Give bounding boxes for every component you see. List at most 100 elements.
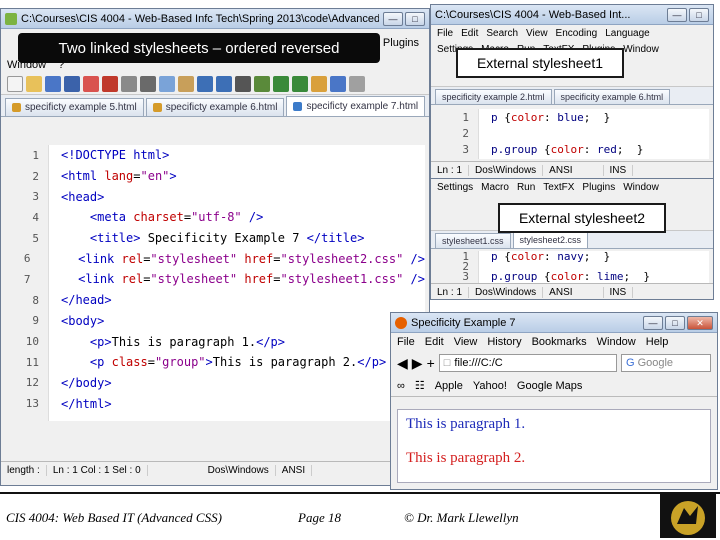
tab-specificity-2[interactable]: specificity example 2.html — [435, 89, 552, 104]
code-token: <!DOCTYPE html> — [61, 148, 170, 163]
menu-window[interactable]: Window — [623, 182, 659, 193]
maximize-button[interactable]: □ — [405, 11, 425, 26]
cut-icon[interactable] — [140, 75, 156, 92]
menu-edit[interactable]: Edit — [425, 336, 444, 348]
menu-file[interactable]: File — [397, 336, 415, 348]
undo-icon[interactable] — [197, 75, 213, 92]
close-button[interactable]: ✕ — [687, 315, 713, 330]
code-token: color — [550, 142, 584, 156]
tab-stylesheet2[interactable]: stylesheet2.css — [512, 232, 589, 248]
menu-history[interactable]: History — [487, 336, 521, 348]
bookmarks-icon[interactable]: ☷ — [415, 379, 425, 392]
menu-bookmarks[interactable]: Bookmarks — [532, 336, 587, 348]
forward-icon[interactable]: ▶ — [412, 355, 423, 372]
open-folder-icon[interactable] — [26, 75, 42, 92]
paste-icon[interactable] — [178, 75, 194, 92]
wrap-icon[interactable] — [330, 75, 346, 92]
paragraph-1: This is paragraph 1. — [406, 416, 526, 432]
search-box[interactable]: G Google — [621, 354, 711, 372]
menu-plugins[interactable]: Plugins — [582, 182, 615, 193]
menu-window[interactable]: Window — [623, 44, 659, 55]
stylesheet2-tabs: stylesheet1.css stylesheet2.css — [431, 231, 713, 249]
find-icon[interactable] — [235, 75, 251, 92]
line-number: 3 — [462, 269, 469, 283]
main-code-editor[interactable]: 1 <!DOCTYPE html> 2 <html lang="en"> 3 <head>… — [7, 145, 425, 421]
bookmark-google-maps[interactable]: Google Maps — [517, 380, 582, 392]
copy-icon[interactable] — [159, 75, 175, 92]
save-icon[interactable] — [45, 75, 61, 92]
status-insert: INS — [604, 165, 634, 176]
code-token: href — [237, 251, 274, 266]
menu-search[interactable]: Search — [486, 28, 518, 39]
status-eol: Dos\Windows — [469, 165, 544, 176]
main-editor-titlebar: C:\Courses\CIS 4004 - Web-Based Infc Tec… — [1, 9, 429, 29]
menu-macro[interactable]: Macro — [481, 182, 509, 193]
save-all-icon[interactable] — [64, 75, 80, 92]
zoom-in-icon[interactable] — [273, 75, 289, 92]
stylesheet2-code-editor[interactable]: 1p {color: navy; } 2 3 p.group {color: lime… — [437, 250, 709, 283]
menu-file[interactable]: File — [437, 28, 453, 39]
reading-list-icon[interactable]: ∞ — [397, 380, 405, 392]
maximize-button[interactable]: □ — [689, 7, 709, 22]
tab-stylesheet1[interactable]: stylesheet1.css — [435, 233, 511, 248]
address-bar[interactable]: □ file:///C:/C — [438, 354, 617, 372]
bookmark-yahoo[interactable]: Yahoo! — [473, 380, 507, 392]
tab-specificity-6[interactable]: specificty example 6.html — [145, 98, 285, 116]
code-line: 3 p.group {color: lime; } — [437, 269, 709, 283]
sync-icon[interactable] — [311, 75, 327, 92]
menu-plugins[interactable]: Plugins — [383, 37, 419, 49]
close-file-icon[interactable] — [83, 75, 99, 92]
menu-view[interactable]: View — [454, 336, 478, 348]
redo-icon[interactable] — [216, 75, 232, 92]
menu-help[interactable]: Help — [646, 336, 669, 348]
minimize-button[interactable]: — — [667, 7, 687, 22]
menu-view[interactable]: View — [526, 28, 548, 39]
print-icon[interactable] — [121, 75, 137, 92]
maximize-button[interactable]: □ — [665, 315, 685, 330]
tab-specificity-7[interactable]: specificty example 7.html — [286, 96, 426, 116]
main-editor-title: C:\Courses\CIS 4004 - Web-Based Infc Tec… — [21, 12, 379, 25]
menu-encoding[interactable]: Encoding — [556, 28, 598, 39]
show-all-chars-icon[interactable] — [349, 75, 365, 92]
code-line: 3 p.group {color: red; } — [437, 141, 709, 157]
new-tab-icon[interactable]: + — [427, 355, 435, 371]
back-icon[interactable]: ◀ — [397, 355, 408, 372]
code-lines: 1 <!DOCTYPE html> 2 <html lang="en"> 3 <head>… — [7, 145, 425, 414]
menu-settings[interactable]: Settings — [437, 182, 473, 193]
code-token: /> — [241, 210, 264, 225]
minimize-button[interactable]: — — [383, 11, 403, 26]
menu-run[interactable]: Run — [517, 182, 535, 193]
main-editor-tabs: specificty example 5.html specificty exa… — [1, 95, 429, 117]
zoom-out-icon[interactable] — [292, 75, 308, 92]
minimize-button[interactable]: — — [643, 315, 663, 330]
close-all-icon[interactable] — [102, 75, 118, 92]
line-number: 2 — [462, 126, 469, 140]
status-insert: INS — [604, 287, 634, 298]
code-token: > — [169, 169, 177, 184]
menu-language[interactable]: Language — [605, 28, 650, 39]
menu-edit[interactable]: Edit — [461, 28, 478, 39]
replace-icon[interactable] — [254, 75, 270, 92]
new-file-icon[interactable] — [7, 75, 23, 92]
code-token: color — [550, 269, 584, 283]
bookmark-apple[interactable]: Apple — [435, 380, 463, 392]
slide-banner: Two linked stylesheets – ordered reverse… — [18, 33, 380, 63]
tab-specificity-5[interactable]: specificty example 5.html — [5, 98, 144, 116]
stylesheet1-code-editor[interactable]: 1p {color: blue; } 2 3 p.group {color: red;… — [437, 109, 709, 159]
code-text: p {color: navy; } — [485, 250, 610, 263]
code-token: rel — [121, 272, 144, 287]
code-token: Specificity Example 7 — [140, 231, 307, 246]
status-position: Ln : 1 — [431, 165, 470, 176]
google-icon: G — [626, 357, 635, 369]
browser-menubar: File Edit View History Bookmarks Window … — [391, 333, 717, 351]
line-number: 12 — [25, 376, 39, 390]
pegasus-logo-icon — [660, 494, 716, 538]
menu-textfx[interactable]: TextFX — [543, 182, 574, 193]
code-token: = — [183, 210, 192, 225]
tab-specificity-6[interactable]: specificity example 6.html — [553, 89, 671, 104]
menu-window[interactable]: Window — [597, 336, 636, 348]
code-text: p.group {color: lime; } — [485, 270, 650, 283]
